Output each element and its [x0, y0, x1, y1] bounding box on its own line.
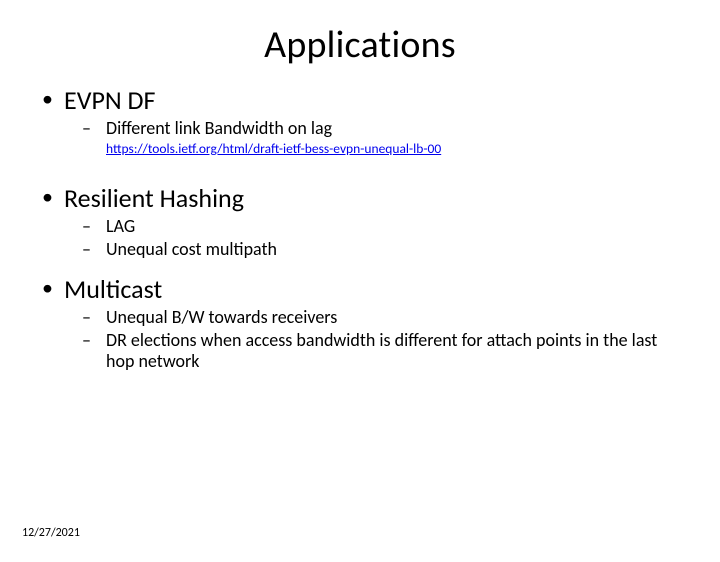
slide-body: EVPN DF Different link Bandwidth on lag …	[0, 86, 720, 371]
slide: Applications EVPN DF Different link Band…	[0, 22, 720, 562]
bullet-resilient-hashing: Resilient Hashing	[38, 184, 686, 214]
slide-title: Applications	[0, 22, 720, 68]
footer-date: 12/27/2021	[22, 526, 80, 540]
link-ietf-draft[interactable]: https://tools.ietf.org/html/draft-ietf-b…	[106, 141, 686, 157]
subbullet-unequal-cost-multipath: Unequal cost multipath	[82, 239, 686, 260]
subbullet-dr-elections: DR elections when access bandwidth is di…	[82, 330, 686, 371]
subbullet-unequal-bw-receivers: Unequal B/W towards receivers	[82, 307, 686, 328]
subbullet-evpn-bandwidth: Different link Bandwidth on lag	[82, 118, 686, 139]
bullet-evpn-df: EVPN DF	[38, 86, 686, 116]
bullet-multicast: Multicast	[38, 275, 686, 305]
subbullet-lag: LAG	[82, 216, 686, 237]
